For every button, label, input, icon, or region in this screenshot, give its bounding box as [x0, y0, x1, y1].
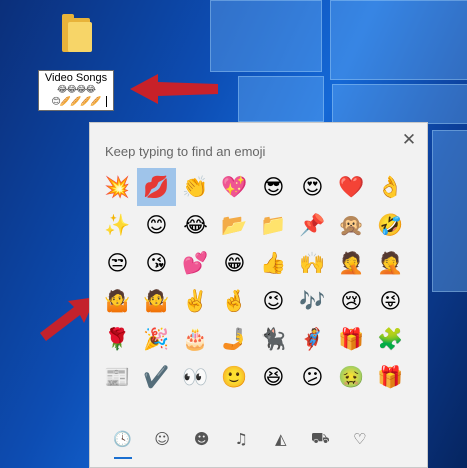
emoji-cell[interactable]: 😢	[332, 282, 371, 320]
wallpaper-pane	[210, 0, 322, 72]
search-hint: Keep typing to find an emoji	[105, 144, 266, 159]
emoji-cell[interactable]: 🎉	[137, 320, 176, 358]
tab-smileys-icon[interactable]: ☺	[143, 423, 183, 455]
emoji-cell[interactable]: 🎂	[176, 320, 215, 358]
emoji-cell[interactable]: 🙂	[215, 358, 254, 396]
close-icon[interactable]: ✕	[400, 131, 418, 149]
emoji-cell[interactable]: 🤳	[215, 320, 254, 358]
folder-icon	[60, 14, 94, 54]
emoji-cell[interactable]: ✔️	[137, 358, 176, 396]
emoji-cell[interactable]: 📂	[215, 206, 254, 244]
emoji-cell[interactable]: 🎁	[371, 358, 410, 396]
emoji-cell[interactable]: 🦸	[293, 320, 332, 358]
emoji-cell[interactable]: ✨	[98, 206, 137, 244]
emoji-cell[interactable]: 😜	[371, 282, 410, 320]
emoji-cell[interactable]: 🌹	[98, 320, 137, 358]
wallpaper-pane	[432, 130, 467, 292]
wallpaper-pane	[330, 0, 467, 80]
emoji-cell[interactable]: 😒	[98, 244, 137, 282]
emoji-cell[interactable]: 😊	[137, 206, 176, 244]
emoji-grid: 💥 💋 👏 💖 😎 😍 ❤️ 👌 ✨ 😊 😂 📂 📁 📌 🙊 🤣 😒 😘 💕 😁 👍 🙌 🤦 🤦 🤷 🤷 ✌️ 🤞 😉 🎶 😢 😜 🌹 🎉 🎂 🤳 🐈‍…	[98, 168, 410, 396]
tab-food-icon[interactable]: ◭	[261, 423, 301, 455]
emoji-cell[interactable]: 🤦	[371, 244, 410, 282]
red-arrow-icon	[130, 74, 218, 104]
emoji-cell[interactable]: ✌️	[176, 282, 215, 320]
emoji-cell[interactable]: 🙌	[293, 244, 332, 282]
emoji-cell[interactable]: 📌	[293, 206, 332, 244]
emoji-cell[interactable]: 🎶	[293, 282, 332, 320]
emoji-cell[interactable]: 😁	[215, 244, 254, 282]
folder-name-text: Video Songs	[44, 72, 108, 84]
emoji-cell[interactable]: 💕	[176, 244, 215, 282]
emoji-cell[interactable]: 👏	[176, 168, 215, 206]
tab-symbols-icon[interactable]: ♡	[340, 423, 380, 455]
tab-people-icon[interactable]: ☻	[182, 423, 222, 455]
emoji-cell[interactable]: 😎	[254, 168, 293, 206]
emoji-cell[interactable]: 👀	[176, 358, 215, 396]
emoji-cell[interactable]: 🤢	[332, 358, 371, 396]
emoji-cell[interactable]: 🎁	[332, 320, 371, 358]
emoji-cell[interactable]: 💥	[98, 168, 137, 206]
emoji-cell[interactable]: 👍	[254, 244, 293, 282]
emoji-cell[interactable]: ❤️	[332, 168, 371, 206]
folder-name-emoji-line: 😂😂😂😂	[56, 85, 96, 95]
emoji-panel: ✕ Keep typing to find an emoji 💥 💋 👏 💖 😎 😍 ❤️ 👌…	[89, 122, 428, 468]
emoji-cell[interactable]: 😆	[254, 358, 293, 396]
emoji-cell[interactable]: 😘	[137, 244, 176, 282]
rename-field[interactable]: Video Songs 😂😂😂😂 😊🥖🥖🥖🥖	[38, 70, 114, 111]
tab-celebration-icon[interactable]: ♫	[222, 423, 262, 455]
emoji-cell[interactable]: 📰	[98, 358, 137, 396]
emoji-cell[interactable]: 🤣	[371, 206, 410, 244]
emoji-cell[interactable]: 😂	[176, 206, 215, 244]
wallpaper-pane	[238, 76, 324, 122]
emoji-cell[interactable]: 💋	[137, 168, 176, 206]
emoji-cell[interactable]: 😕	[293, 358, 332, 396]
emoji-cell[interactable]: 👌	[371, 168, 410, 206]
emoji-cell[interactable]: 🧩	[371, 320, 410, 358]
folder-name-emoji-line: 😊🥖🥖🥖🥖	[51, 97, 101, 107]
desktop-folder[interactable]: Video Songs 😂😂😂😂 😊🥖🥖🥖🥖	[38, 14, 114, 111]
emoji-cell[interactable]: 💖	[215, 168, 254, 206]
emoji-cell[interactable]: 📁	[254, 206, 293, 244]
wallpaper-pane	[332, 84, 467, 124]
tab-recent-icon[interactable]: 🕓	[103, 423, 143, 459]
text-cursor	[106, 96, 107, 107]
emoji-cell[interactable]: 🤦	[332, 244, 371, 282]
emoji-cell[interactable]: 🐈‍⬛	[254, 320, 293, 358]
emoji-cell[interactable]: 🤷	[98, 282, 137, 320]
emoji-cell[interactable]: 🤷	[137, 282, 176, 320]
tab-travel-icon[interactable]: ⛟	[301, 423, 341, 455]
emoji-cell[interactable]: 😉	[254, 282, 293, 320]
emoji-cell[interactable]: 😍	[293, 168, 332, 206]
category-tabs: 🕓 ☺ ☻ ♫ ◭ ⛟ ♡	[103, 423, 380, 459]
emoji-cell[interactable]: 🤞	[215, 282, 254, 320]
emoji-cell[interactable]: 🙊	[332, 206, 371, 244]
